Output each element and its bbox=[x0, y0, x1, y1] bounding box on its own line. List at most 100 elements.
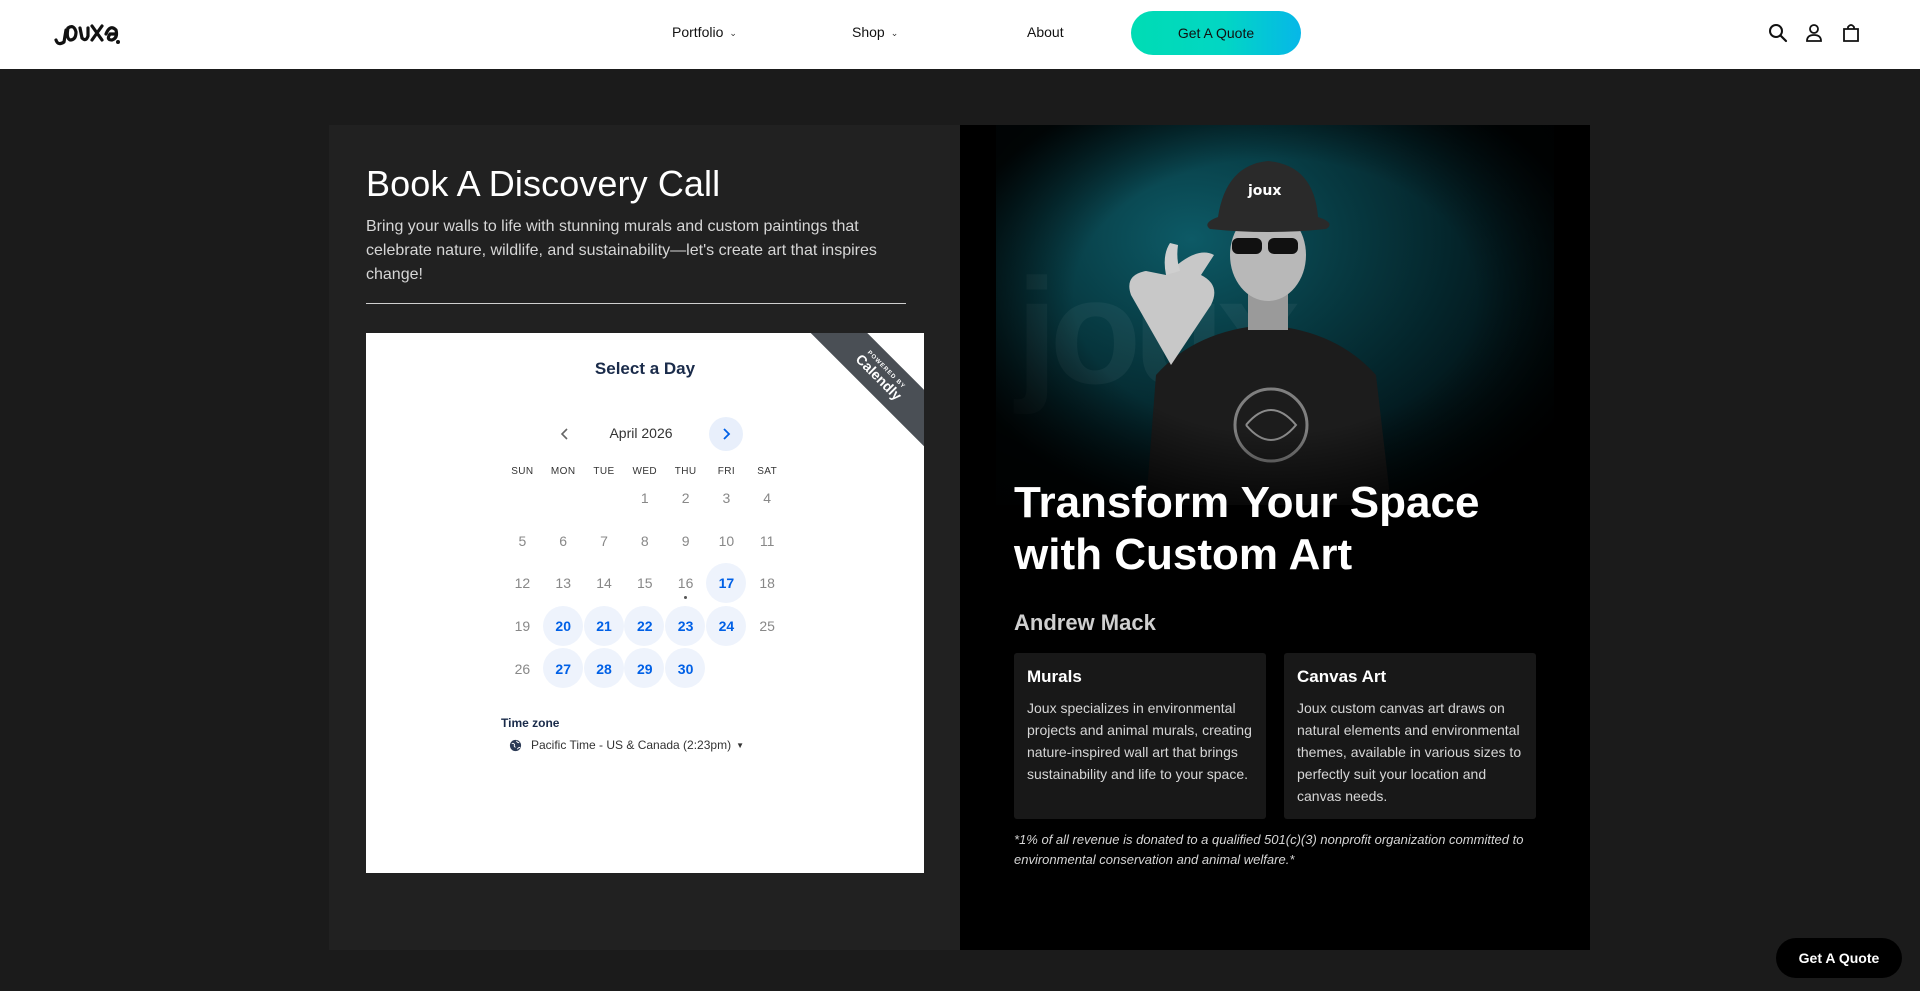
calendar-day-number: 24 bbox=[718, 618, 735, 635]
calendar-day-unavailable: 7 bbox=[584, 520, 625, 561]
calendar-day-empty bbox=[584, 478, 625, 519]
calendar-weeks: 1 2 3 4 5 6 7 8 9 10 11 12 13 14 15 16 17 18 19 20 21 22 23 24 2… bbox=[502, 477, 788, 690]
account-icon[interactable] bbox=[1803, 22, 1825, 44]
calendar-day-unavailable: 8 bbox=[624, 520, 665, 561]
calendar-day-available[interactable]: 23 bbox=[665, 605, 706, 647]
calendar-day-unavailable: 13 bbox=[543, 563, 584, 604]
calendar-day-unavailable: 3 bbox=[706, 478, 747, 519]
service-card-title: Canvas Art bbox=[1297, 667, 1387, 686]
service-card-title: Murals bbox=[1027, 667, 1082, 686]
calendar-day-number: 6 bbox=[559, 532, 568, 549]
nav-about-label: About bbox=[1027, 24, 1064, 40]
calendar-day-available[interactable]: 24 bbox=[705, 605, 747, 647]
search-icon[interactable] bbox=[1767, 22, 1789, 44]
calendar-day-unavailable: 14 bbox=[584, 563, 625, 604]
calendar-day-number: 13 bbox=[555, 575, 571, 592]
weekday-label: FRI bbox=[717, 466, 736, 477]
site-header: Portfolio ⌄ Shop ⌄ About Get A Quote bbox=[0, 0, 1920, 69]
floating-get-a-quote-button[interactable]: Get A Quote bbox=[1776, 938, 1902, 978]
get-a-quote-button[interactable]: Get A Quote bbox=[1131, 11, 1301, 55]
current-month: April 2026 bbox=[609, 425, 673, 441]
calendar-day-number: 15 bbox=[637, 575, 653, 592]
calendar-day-number: 10 bbox=[718, 532, 735, 549]
service-card-canvas-art: Canvas Art Joux custom canvas art draws … bbox=[1284, 653, 1536, 819]
globe-icon bbox=[509, 739, 522, 751]
joux-logo[interactable] bbox=[52, 14, 122, 54]
calendar-day-unavailable: 15 bbox=[624, 563, 665, 604]
calendar-day-unavailable: 6 bbox=[543, 520, 584, 561]
calendar-day-number: 7 bbox=[600, 532, 608, 549]
weekday-label: SAT bbox=[757, 466, 778, 477]
calendar-day-number: 21 bbox=[596, 618, 612, 635]
calendar-day-available[interactable]: 22 bbox=[624, 605, 665, 647]
caret-down-icon: ▼ bbox=[736, 740, 744, 750]
previous-month-button[interactable] bbox=[554, 423, 576, 445]
next-month-button[interactable] bbox=[709, 417, 743, 451]
calendar-day-number: 22 bbox=[637, 618, 653, 635]
calendar-day-number: 8 bbox=[640, 532, 649, 549]
calendar-day-unavailable: 5 bbox=[502, 520, 543, 561]
cart-icon[interactable] bbox=[1840, 22, 1862, 44]
service-card-text: Joux custom canvas art draws on natural … bbox=[1297, 700, 1522, 804]
month-navigation: April 2026 bbox=[366, 417, 924, 451]
promo-panel: joux joux bbox=[960, 125, 1590, 950]
calendar-day-unavailable: 1 bbox=[624, 478, 665, 519]
calendar-day-unavailable: 4 bbox=[747, 478, 788, 519]
booking-panel: Book A Discovery Call Bring your walls t… bbox=[329, 125, 960, 950]
calendar-day-unavailable: 18 bbox=[747, 563, 788, 604]
calendar-day-available[interactable]: 20 bbox=[542, 605, 584, 647]
weekday-label: THU bbox=[674, 466, 697, 477]
weekday-label: SUN bbox=[511, 466, 534, 477]
weekday-header: SUN MON TUE WED THU FRI SAT bbox=[502, 466, 788, 477]
calendar-day-number: 9 bbox=[681, 532, 690, 549]
calendar-day-unavailable: 2 bbox=[665, 478, 706, 519]
service-card-text: Joux specializes in environmental projec… bbox=[1027, 700, 1252, 782]
calendar-week: 5 6 7 8 9 10 11 bbox=[502, 520, 788, 563]
calendar-week: 1 2 3 4 bbox=[502, 477, 788, 520]
chevron-right-icon bbox=[723, 428, 731, 440]
calendar-day-unavailable: 26 bbox=[502, 648, 543, 689]
timezone-select[interactable]: Pacific Time - US & Canada (2:23pm) ▼ bbox=[509, 738, 744, 752]
chevron-down-icon: ⌄ bbox=[729, 27, 737, 38]
calendar-day-number: 11 bbox=[759, 532, 775, 549]
calendar-day-unavailable: 10 bbox=[706, 520, 747, 561]
calendar-day-number: 4 bbox=[763, 490, 772, 507]
calendar-day-available[interactable]: 17 bbox=[705, 563, 747, 604]
calendar-day-number: 12 bbox=[514, 575, 531, 592]
nav-portfolio-label: Portfolio bbox=[672, 24, 724, 40]
calendar-day-unavailable: 16 bbox=[665, 563, 706, 604]
calendar-day-number: 25 bbox=[759, 618, 775, 635]
calendar-day-available[interactable]: 21 bbox=[583, 605, 625, 647]
calendar-day-number: 29 bbox=[637, 660, 653, 677]
nav-shop-label: Shop bbox=[852, 24, 885, 40]
weekday-label: MON bbox=[550, 466, 576, 477]
chevron-left-icon bbox=[560, 428, 568, 440]
timezone-value: Pacific Time - US & Canada (2:23pm) bbox=[531, 738, 732, 752]
calendar-day-number: 2 bbox=[681, 490, 690, 507]
service-card-murals: Murals Joux specializes in environmental… bbox=[1014, 653, 1266, 819]
calendar-day-available[interactable]: 29 bbox=[624, 648, 665, 689]
calendar-day-available[interactable]: 30 bbox=[665, 648, 706, 689]
booking-title: Book A Discovery Call bbox=[366, 163, 721, 204]
calendar-day-empty bbox=[543, 478, 584, 519]
calendar-day-unavailable: 19 bbox=[502, 606, 543, 647]
calendar-day-number: 27 bbox=[555, 660, 571, 677]
calendar-day-number: 28 bbox=[596, 660, 612, 677]
calendly-widget: POWERED BY Calendly Select a Day April 2… bbox=[366, 333, 924, 873]
calendar-day-number: 20 bbox=[555, 618, 571, 635]
nav-shop[interactable]: Shop ⌄ bbox=[852, 24, 898, 40]
calendar-day-number: 23 bbox=[677, 618, 694, 635]
calendar-day-number: 18 bbox=[759, 575, 775, 592]
calendar-day-number: 1 bbox=[640, 490, 649, 507]
select-day-heading: Select a Day bbox=[594, 359, 696, 378]
divider bbox=[366, 303, 906, 304]
calendar-week: 19 20 21 22 23 24 25 bbox=[502, 605, 788, 648]
nav-about[interactable]: About bbox=[1027, 24, 1064, 40]
calendar-day-number: 17 bbox=[718, 575, 735, 592]
calendar-day-available[interactable]: 28 bbox=[583, 648, 625, 689]
calendar-day-available[interactable]: 27 bbox=[542, 648, 584, 689]
weekday-label: WED bbox=[632, 466, 658, 477]
calendar-day-number: 14 bbox=[596, 575, 612, 592]
nav-portfolio[interactable]: Portfolio ⌄ bbox=[672, 24, 737, 40]
calendar-day-number: 19 bbox=[514, 618, 531, 635]
